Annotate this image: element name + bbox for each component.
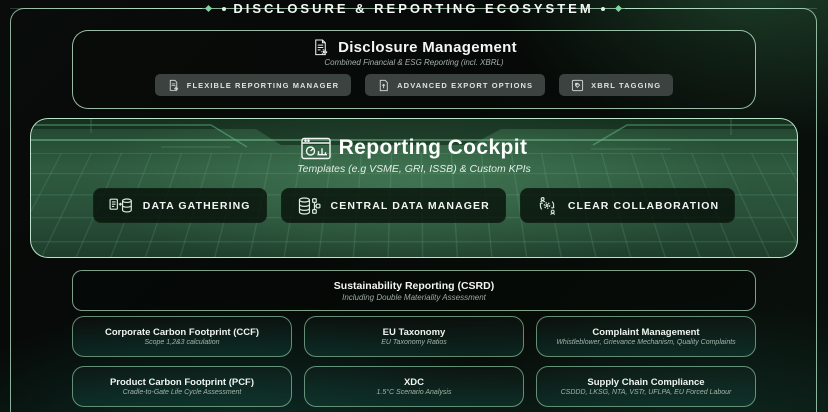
module-card-complaint-management: Complaint Management Whistleblower, Grie… (536, 316, 756, 357)
diamond-connector-icon (614, 4, 622, 13)
divider-line (624, 8, 817, 9)
xbrl-tagging-button[interactable]: XBRL TAGGING (559, 74, 674, 96)
button-label: CLEAR COLLABORATION (567, 199, 720, 212)
module-subtitle: Cradle-to-Gate Life Cycle Assessment (122, 389, 242, 397)
disclosure-management-title: Disclosure Management (338, 39, 517, 56)
document-to-database-icon (109, 197, 132, 212)
reporting-cockpit-header: Reporting Cockpit (300, 136, 528, 160)
data-gathering-button[interactable]: DATA GATHERING (92, 188, 267, 223)
dashboard-icon (300, 137, 331, 159)
flexible-reporting-manager-button[interactable]: FLEXIBLE REPORTING MANAGER (154, 74, 352, 96)
module-title: XDC (403, 376, 425, 388)
disclosure-management-panel: Disclosure Management Combined Financial… (72, 30, 756, 109)
module-title: EU Taxonomy (382, 326, 446, 338)
document-export-icon (379, 79, 388, 91)
reporting-cockpit-panel: Reporting Cockpit Templates (e.g VSME, G… (30, 118, 798, 258)
csrd-title: Sustainability Reporting (CSRD) (333, 279, 495, 292)
advanced-export-options-button[interactable]: ADVANCED EXPORT OPTIONS (365, 74, 546, 96)
disclosure-management-header: Disclosure Management (311, 38, 517, 57)
csrd-subtitle: Including Double Materiality Assessment (342, 292, 486, 302)
page-title: DISCLOSURE & REPORTING ECOSYSTEM (233, 1, 594, 16)
reporting-cockpit-title: Reporting Cockpit (338, 136, 528, 159)
database-flow-icon (298, 196, 321, 215)
module-card-xdc: XDC 1.5°C Scenario Analysis (304, 366, 524, 407)
module-subtitle: Whistleblower, Grievance Mechanism, Qual… (556, 339, 736, 347)
divider-line (10, 8, 203, 9)
bullet-dot-icon (222, 6, 227, 11)
header: DISCLOSURE & REPORTING ECOSYSTEM (10, 0, 817, 17)
module-subtitle: 1.5°C Scenario Analysis (376, 389, 452, 397)
reporting-cockpit-subtitle: Templates (e.g VSME, GRI, ISSB) & Custom… (297, 163, 531, 175)
module-subtitle: Scope 1,2&3 calculation (144, 339, 220, 347)
disclosure-buttons: FLEXIBLE REPORTING MANAGER ADVANCED EXPO… (154, 74, 674, 96)
button-label: XBRL TAGGING (591, 80, 662, 90)
modules-grid: Corporate Carbon Footprint (CCF) Scope 1… (72, 316, 756, 407)
csrd-bar: Sustainability Reporting (CSRD) Includin… (72, 270, 756, 311)
disclosure-management-subtitle: Combined Financial & ESG Reporting (incl… (324, 58, 504, 67)
people-gear-cycle-icon (539, 197, 556, 216)
module-subtitle: CSDDD, LKSG, NTA, VSTr, UFLPA, EU Forced… (560, 389, 732, 397)
cockpit-buttons: DATA GATHERING CENTRAL DATA MANAGER CLEA… (92, 188, 736, 223)
document-gear-icon (169, 79, 178, 91)
reporting-cockpit-content: Reporting Cockpit Templates (e.g VSME, G… (31, 119, 797, 223)
module-card-supply-chain: Supply Chain Compliance CSDDD, LKSG, NTA… (536, 366, 756, 407)
module-title: Supply Chain Compliance (587, 376, 705, 388)
ecosystem-diagram: DISCLOSURE & REPORTING ECOSYSTEM Disclos… (0, 0, 828, 412)
clear-collaboration-button[interactable]: CLEAR COLLABORATION (519, 188, 736, 223)
module-card-ccf: Corporate Carbon Footprint (CCF) Scope 1… (72, 316, 292, 357)
button-label: FLEXIBLE REPORTING MANAGER (186, 80, 340, 90)
tag-box-icon (572, 79, 584, 91)
module-card-eu-taxonomy: EU Taxonomy EU Taxonomy Ratios (304, 316, 524, 357)
button-label: DATA GATHERING (142, 199, 251, 212)
module-title: Complaint Management (592, 326, 700, 338)
module-card-pcf: Product Carbon Footprint (PCF) Cradle-to… (72, 366, 292, 407)
diamond-connector-icon (205, 4, 213, 13)
bullet-dot-icon (600, 6, 605, 11)
button-label: ADVANCED EXPORT OPTIONS (397, 80, 534, 90)
central-data-manager-button[interactable]: CENTRAL DATA MANAGER (280, 188, 506, 223)
button-label: CENTRAL DATA MANAGER (330, 199, 490, 212)
document-gear-icon (315, 39, 328, 56)
module-subtitle: EU Taxonomy Ratios (381, 339, 447, 347)
module-title: Product Carbon Footprint (PCF) (109, 376, 255, 388)
module-title: Corporate Carbon Footprint (CCF) (104, 326, 260, 338)
